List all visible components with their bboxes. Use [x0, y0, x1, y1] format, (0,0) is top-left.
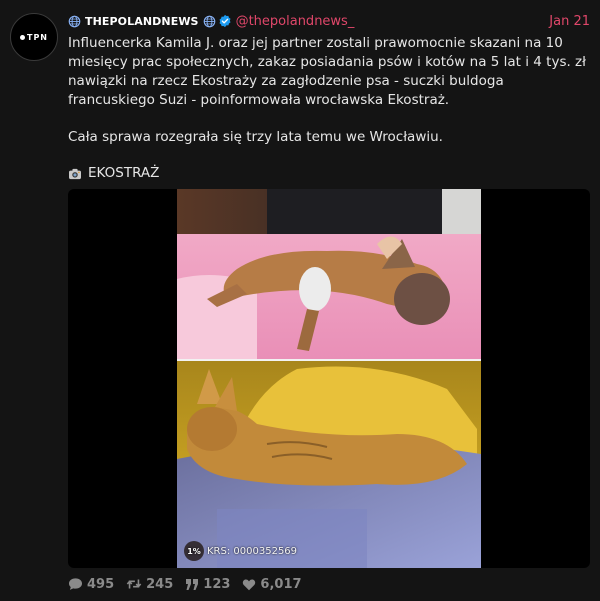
quote-button[interactable]: 123 [185, 577, 230, 592]
quote-count: 123 [203, 576, 231, 592]
retweet-button[interactable]: 245 [126, 577, 173, 592]
tweet-card: TPN THEPOLANDNEWS @thepolandnews_ Jan 21… [0, 0, 600, 601]
retweet-count: 245 [146, 576, 174, 592]
like-icon [243, 578, 256, 590]
watermark-badge: 1% [184, 541, 204, 561]
like-button[interactable]: 6,017 [242, 576, 302, 592]
retweet-icon [126, 579, 142, 589]
tweet-media[interactable]: 1% KRS: 0000352569 [68, 189, 590, 568]
photo-credit-label: EKOSTRAŻ [88, 165, 160, 181]
avatar-logo: TPN [19, 32, 48, 42]
camera-icon [69, 168, 81, 179]
like-count: 6,017 [260, 576, 302, 592]
tweet-text: Influencerka Kamila J. oraz jej partner … [68, 34, 590, 110]
photo-credit: EKOSTRAŻ [68, 164, 159, 183]
reply-count: 495 [87, 576, 115, 592]
globe-icon [203, 15, 215, 27]
dog-photo-image [177, 189, 481, 568]
tweet-header: THEPOLANDNEWS @thepolandnews_ Jan 21 [68, 11, 590, 31]
account-handle[interactable]: @thepolandnews_ [236, 14, 355, 29]
reply-icon [68, 578, 83, 590]
tweet-paragraph-1: Influencerka Kamila J. oraz jej partner … [68, 35, 586, 108]
quote-icon [186, 578, 199, 590]
tweet-date[interactable]: Jan 21 [549, 14, 590, 29]
photo-watermark: 1% KRS: 0000352569 [184, 541, 297, 561]
verified-icon [219, 14, 231, 28]
globe-icon [68, 15, 81, 27]
tweet-paragraph-2: Cała sprawa rozegrała się trzy lata temu… [68, 129, 443, 145]
avatar[interactable]: TPN [10, 13, 58, 61]
avatar-logo-text: TPN [26, 32, 48, 42]
tweet-stats: 495 245 123 6,017 [68, 575, 314, 593]
reply-button[interactable]: 495 [68, 577, 114, 592]
media-photo[interactable] [177, 189, 481, 568]
watermark-text: KRS: 0000352569 [207, 545, 298, 557]
account-name[interactable]: THEPOLANDNEWS [85, 15, 199, 28]
